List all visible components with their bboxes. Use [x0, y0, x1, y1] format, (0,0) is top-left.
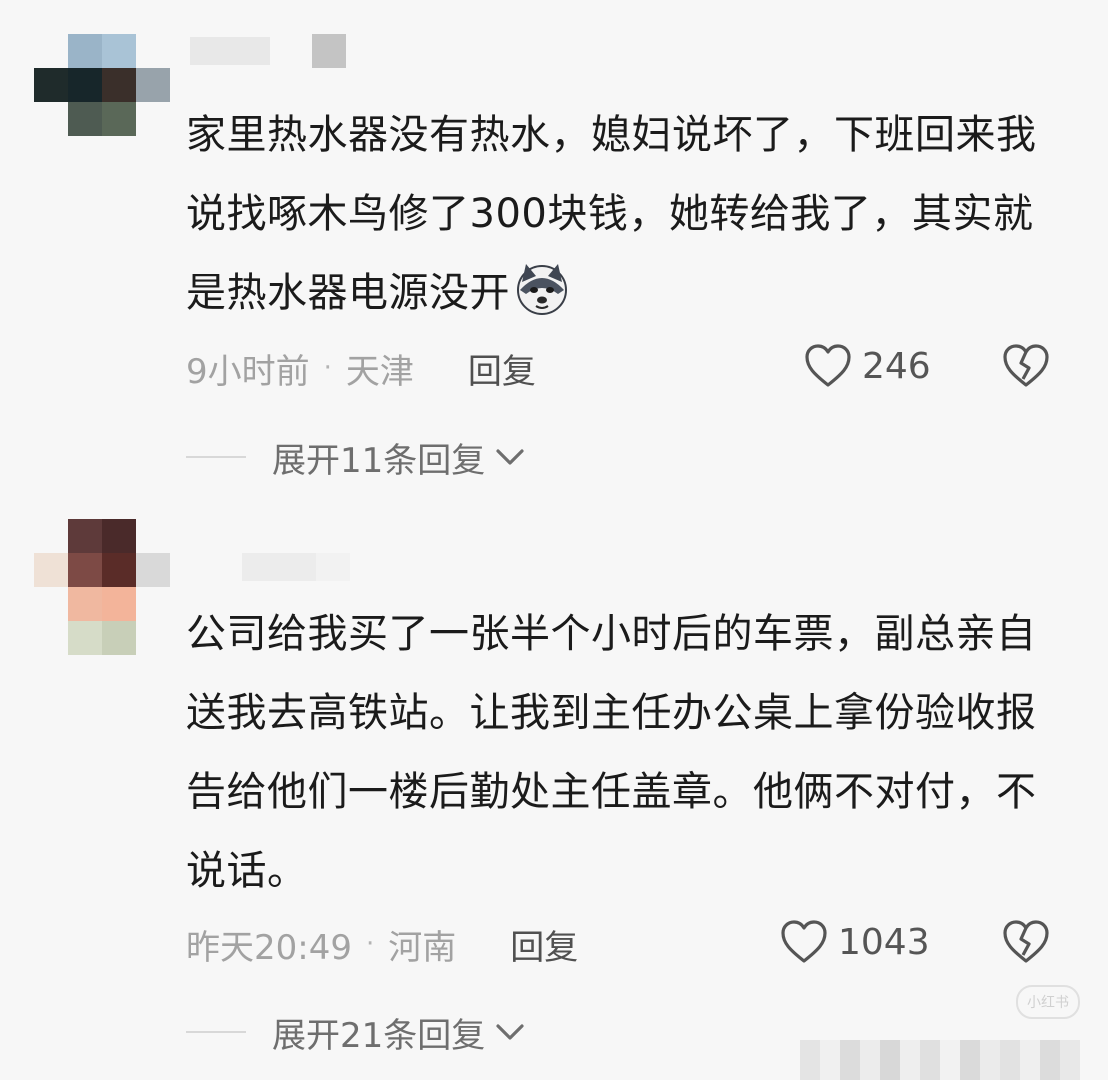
username-redacted[interactable]: [242, 552, 350, 582]
avatar[interactable]: [34, 519, 170, 655]
divider-line: [186, 1031, 246, 1033]
expand-replies-label: 展开21条回复: [272, 1015, 486, 1056]
comment-text: 公司给我买了一张半个小时后的车票，副总亲自送我去高铁站。让我到主任办公桌上拿份验…: [186, 611, 1037, 894]
comment-time: 昨天20:49: [186, 927, 352, 968]
reply-button[interactable]: 回复: [468, 344, 536, 393]
separator-dot: ·: [365, 929, 375, 959]
expand-replies-button[interactable]: 展开21条回复: [186, 1007, 527, 1057]
broken-heart-icon[interactable]: [1002, 343, 1050, 389]
like-count: 246: [862, 345, 931, 387]
like-count: 1043: [838, 921, 930, 963]
heart-icon: [805, 344, 851, 387]
separator-dot: ·: [323, 353, 332, 383]
chevron-down-icon: [496, 449, 524, 465]
expand-replies-label: 展开11条回复: [272, 440, 486, 481]
username-redacted[interactable]: [190, 34, 346, 68]
comment-location: 河南: [388, 927, 457, 968]
comment-location: 天津: [345, 351, 414, 392]
wolf-face-emoji: [517, 264, 567, 315]
comment-item: 公司给我买了一张半个小时后的车票，副总亲自送我去高铁站。让我到主任办公桌上拿份验…: [0, 500, 1108, 1080]
expand-replies-button[interactable]: 展开11条回复: [186, 432, 527, 482]
redacted-mosaic: [800, 1040, 1080, 1080]
divider-line: [186, 456, 246, 458]
comment-time: 9小时前: [186, 351, 310, 392]
like-button[interactable]: 246: [804, 343, 931, 389]
like-button[interactable]: 1043: [780, 919, 930, 965]
watermark-logo: 小红书: [1016, 985, 1080, 1019]
broken-heart-icon[interactable]: [1002, 919, 1050, 965]
comment-text: 家里热水器没有热水，媳妇说坏了，下班回来我说找啄木鸟修了300块钱，她转给我了，…: [186, 112, 1037, 316]
comment-item: 家里热水器没有热水，媳妇说坏了，下班回来我说找啄木鸟修了300块钱，她转给我了，…: [0, 0, 1108, 500]
avatar[interactable]: [34, 34, 170, 170]
heart-icon: [781, 920, 827, 963]
chevron-down-icon: [496, 1024, 524, 1040]
reply-button[interactable]: 回复: [510, 920, 578, 969]
